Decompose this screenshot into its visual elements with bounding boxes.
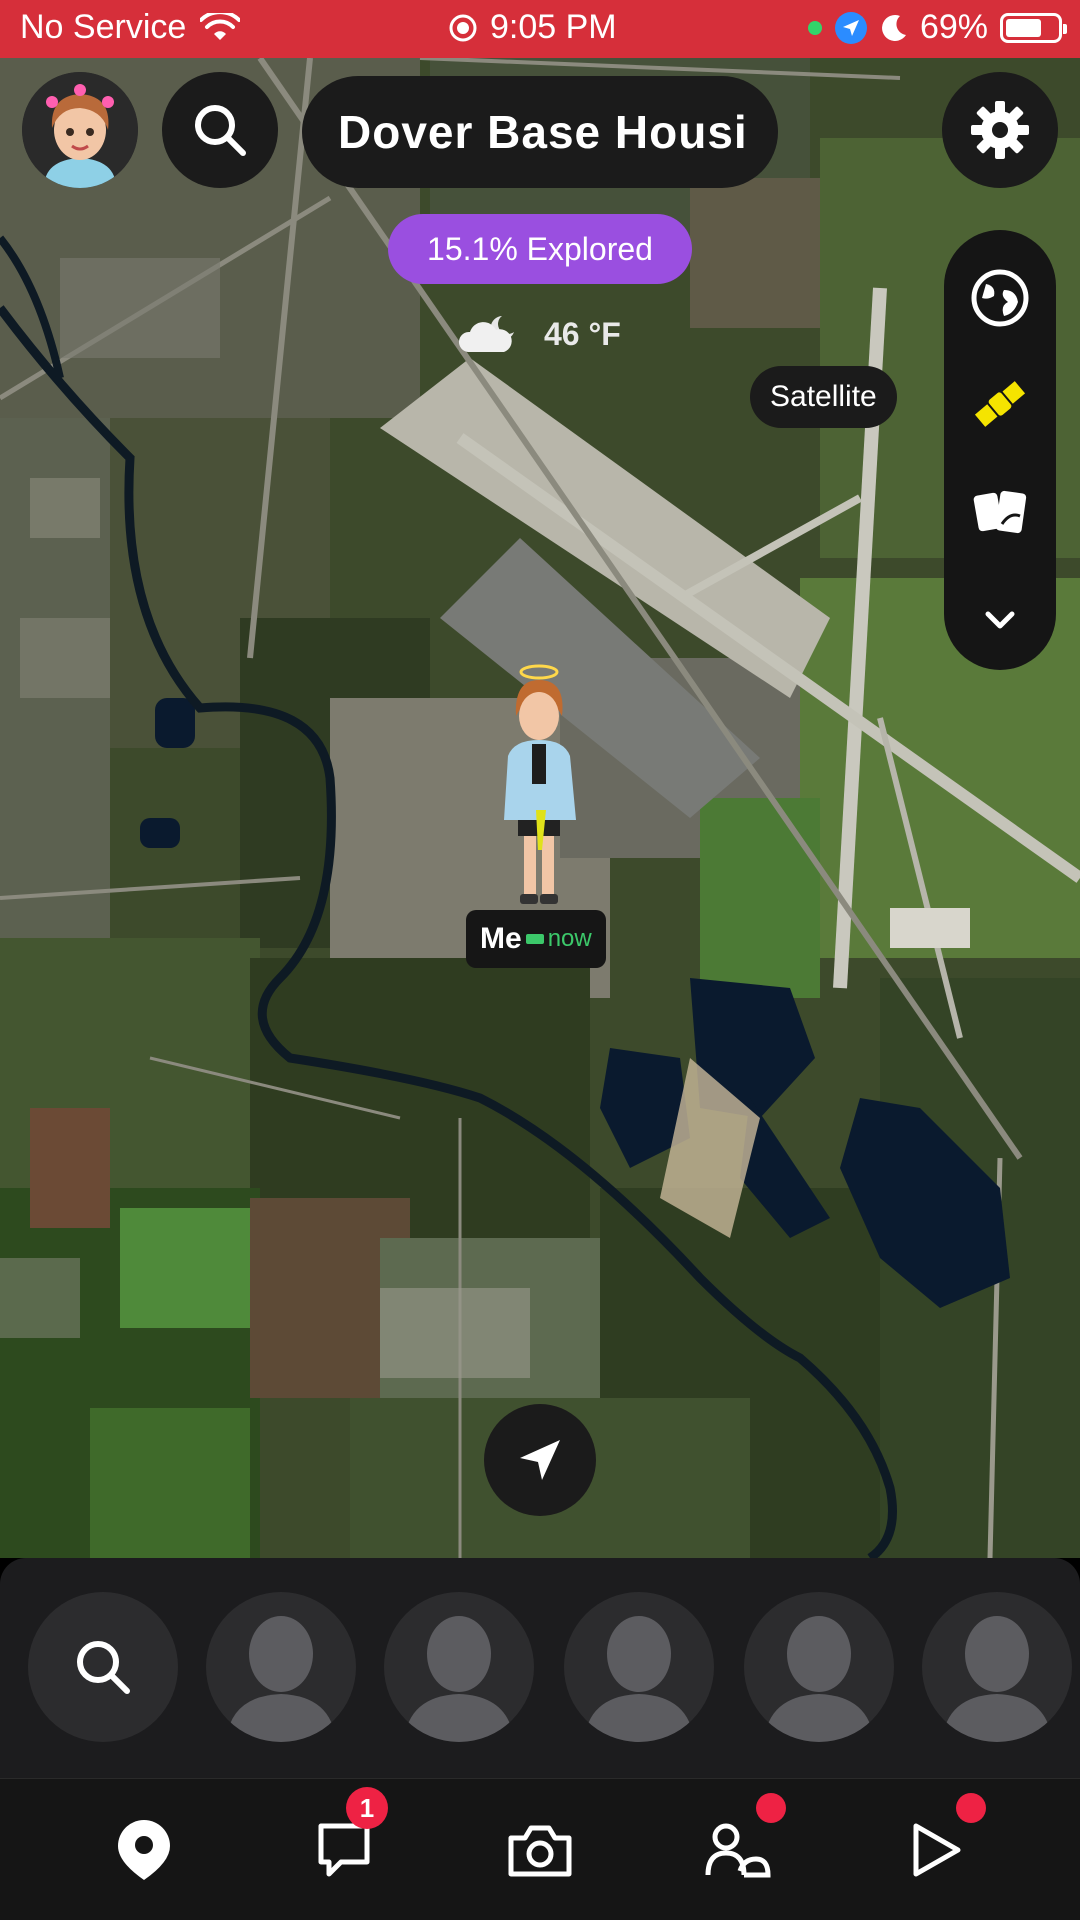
- moon-icon: [881, 14, 906, 41]
- battery-percent: 69%: [919, 8, 988, 46]
- me-name: Me: [480, 922, 522, 955]
- status-left: No Service: [20, 8, 241, 47]
- carrier-label: No Service: [20, 8, 187, 46]
- battery-small-icon: [525, 934, 544, 944]
- map-icon: [118, 1820, 170, 1880]
- friends-notification-dot: [756, 1793, 786, 1823]
- profile-avatar-button[interactable]: [22, 72, 138, 188]
- chevron-down-icon: [985, 611, 1015, 629]
- bitmoji-avatar: [504, 664, 576, 904]
- location-arrow-icon: [834, 11, 867, 44]
- tray-search-button[interactable]: [28, 1592, 178, 1742]
- camera-icon: [508, 1825, 572, 1877]
- nav-camera-button[interactable]: [490, 1805, 590, 1895]
- layer-satellite-button[interactable]: [944, 354, 1056, 454]
- temperature: 46 °F: [544, 315, 621, 352]
- avatar: [22, 72, 138, 188]
- satellite-icon: [974, 381, 1026, 427]
- friend-avatar[interactable]: [384, 1592, 534, 1742]
- spotlight-icon: [913, 1823, 961, 1877]
- gear-icon: [971, 101, 1029, 159]
- person-silhouette-icon: [404, 1616, 514, 1742]
- friend-avatar[interactable]: [744, 1592, 894, 1742]
- me-label[interactable]: Me now: [466, 910, 606, 968]
- person-silhouette-icon: [226, 1616, 336, 1742]
- memories-cards-icon: [973, 490, 1027, 534]
- map-layer-panel: [944, 230, 1056, 670]
- cloud-moon-icon: [458, 316, 514, 352]
- person-silhouette-icon: [764, 1616, 874, 1742]
- status-right: 69%: [807, 8, 1067, 47]
- person-silhouette-icon: [584, 1616, 694, 1742]
- nav-chat-button[interactable]: 1: [294, 1787, 394, 1895]
- explored-badge[interactable]: 15.1% Explored: [388, 214, 692, 284]
- location-arrow-icon: [520, 1440, 560, 1480]
- clock: 9:05 PM: [490, 8, 617, 46]
- battery-icon: [1000, 12, 1067, 43]
- mic-indicator-dot: [807, 20, 822, 35]
- battery-fill: [1006, 18, 1041, 37]
- chat-badge: 1: [346, 1787, 388, 1829]
- bottom-navigation: 1: [0, 1778, 1080, 1920]
- friend-avatar[interactable]: [564, 1592, 714, 1742]
- nav-map-button[interactable]: [94, 1805, 194, 1895]
- me-status: now: [547, 925, 592, 952]
- location-name-pill[interactable]: Dover Base Housi: [302, 76, 778, 188]
- search-icon: [195, 105, 246, 156]
- globe-icon: [971, 269, 1029, 327]
- wifi-icon: [200, 12, 241, 40]
- status-center: 9:05 PM: [448, 8, 617, 47]
- layers-expand-button[interactable]: [944, 570, 1056, 670]
- friend-avatar[interactable]: [206, 1592, 356, 1742]
- layer-memories-button[interactable]: [944, 462, 1056, 562]
- active-layer-label: Satellite: [750, 366, 897, 428]
- spotlight-notification-dot: [956, 1793, 986, 1823]
- friend-tray: [0, 1558, 1080, 1778]
- weather-indicator: 46 °F: [458, 312, 621, 356]
- recenter-location-button[interactable]: [484, 1404, 596, 1516]
- person-silhouette-icon: [942, 1616, 1052, 1742]
- search-icon: [77, 1641, 130, 1694]
- search-button[interactable]: [162, 72, 278, 188]
- friends-icon: [705, 1823, 771, 1878]
- my-bitmoji-marker[interactable]: [484, 660, 594, 910]
- settings-button[interactable]: [942, 72, 1058, 188]
- layer-globe-button[interactable]: [944, 248, 1056, 348]
- friend-avatar[interactable]: [922, 1592, 1072, 1742]
- nav-spotlight-button[interactable]: [886, 1793, 986, 1895]
- nav-friends-button[interactable]: [688, 1793, 788, 1895]
- screen-recording-icon: [449, 14, 477, 41]
- status-bar: No Service 9:05 PM 69%: [0, 0, 1080, 58]
- chat-icon: [318, 1823, 370, 1877]
